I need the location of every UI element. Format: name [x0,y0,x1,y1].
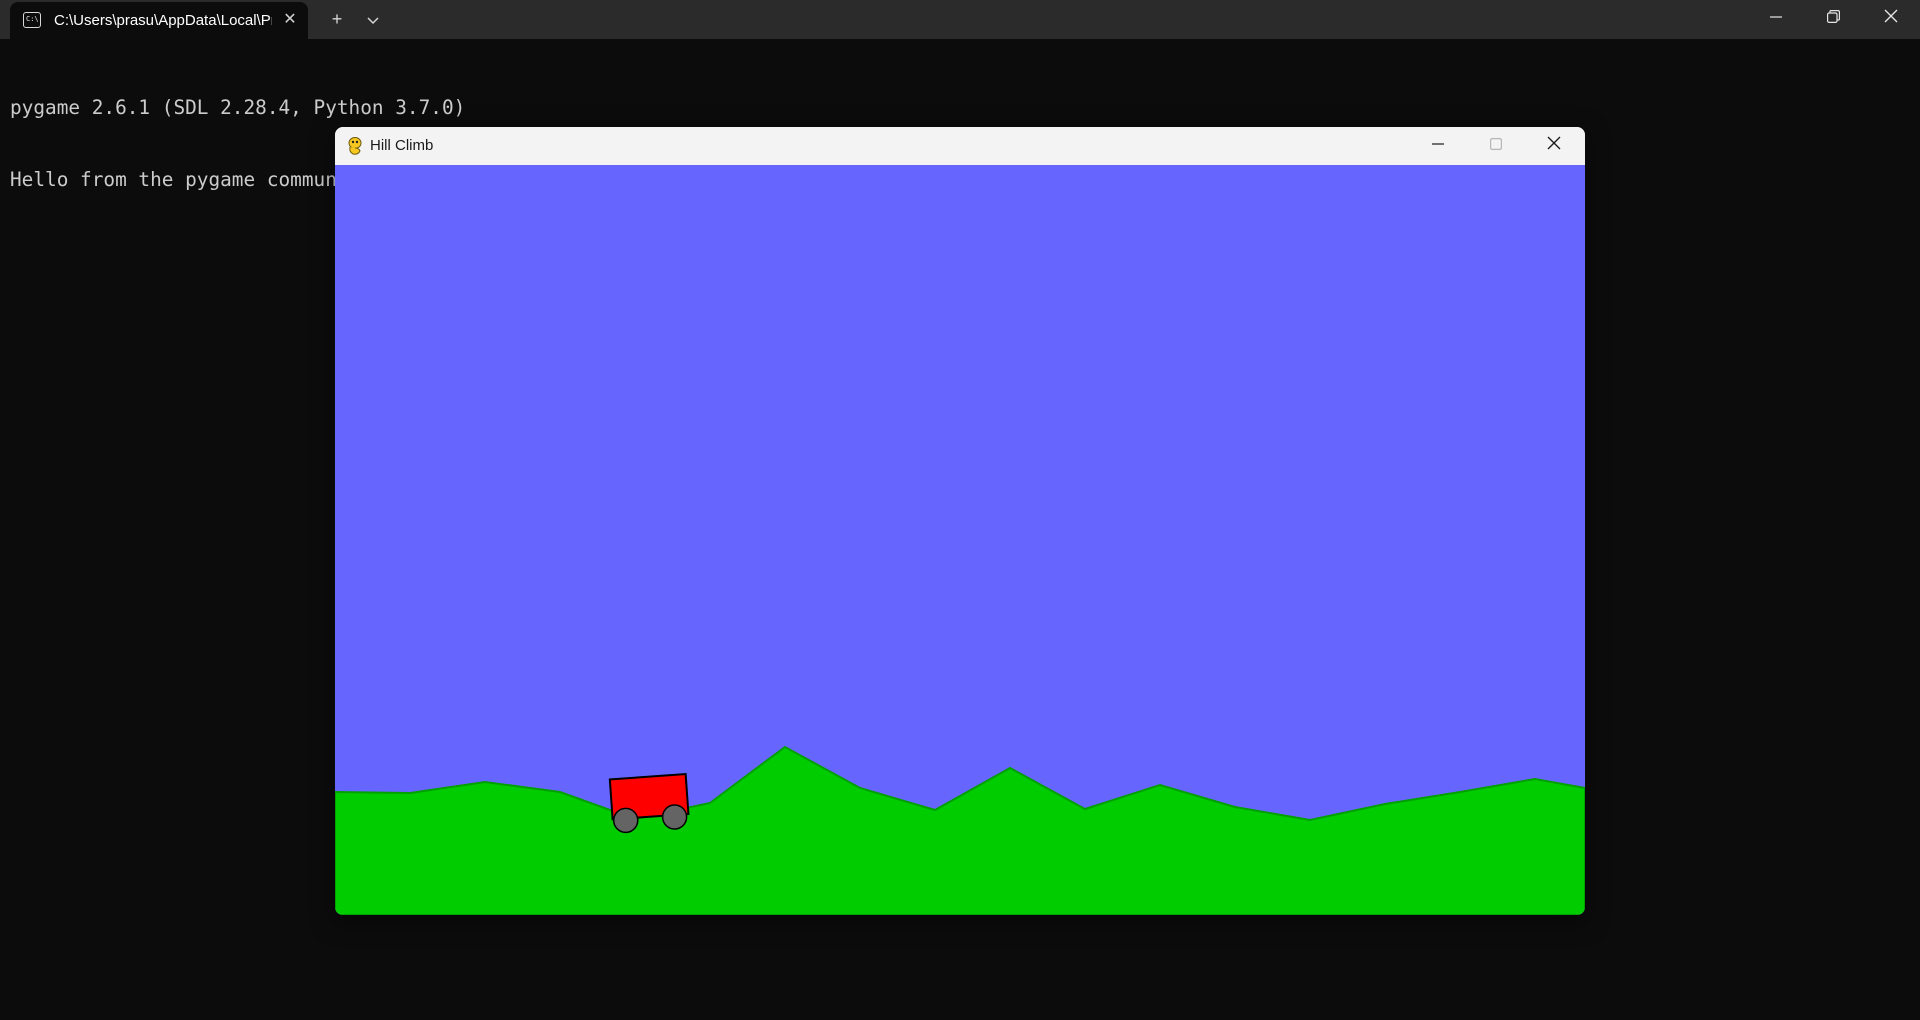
game-minimize-button[interactable] [1409,127,1467,165]
terminal-restore-button[interactable] [1804,0,1862,39]
terminal-close-button[interactable] [1862,0,1920,39]
game-canvas[interactable] [335,165,1585,915]
close-icon [1547,136,1561,150]
tab-dropdown-button[interactable] [358,6,388,32]
game-window-title: Hill Climb [370,137,434,154]
terminal-tab[interactable]: C:\ C:\Users\prasu\AppData\Local\Program… [10,2,308,39]
new-tab-button[interactable]: + [322,6,352,32]
car-wheel-front [661,804,688,830]
pygame-snake-icon [348,137,362,155]
terminal-minimize-button[interactable] [1747,0,1805,39]
car-wheel-rear [612,807,639,834]
close-icon [1884,9,1898,23]
close-tab-icon[interactable]: ✕ [280,10,300,30]
chevron-down-icon [367,17,379,25]
console-line: pygame 2.6.1 (SDL 2.28.4, Python 3.7.0) [10,96,466,119]
terminal-tab-bar: C:\ C:\Users\prasu\AppData\Local\Program… [0,0,1920,39]
maximize-icon [1490,138,1503,151]
game-window-titlebar[interactable]: Hill Climb [335,127,1585,165]
terminal-icon: C:\ [23,12,41,28]
tab-title: C:\Users\prasu\AppData\Local\Programs\Py… [54,12,272,29]
game-close-button[interactable] [1525,127,1583,165]
minimize-icon [1770,16,1782,18]
minimize-icon [1432,143,1444,145]
game-maximize-button [1467,127,1525,165]
restore-icon [1826,10,1840,23]
game-window[interactable]: Hill Climb [335,127,1585,915]
